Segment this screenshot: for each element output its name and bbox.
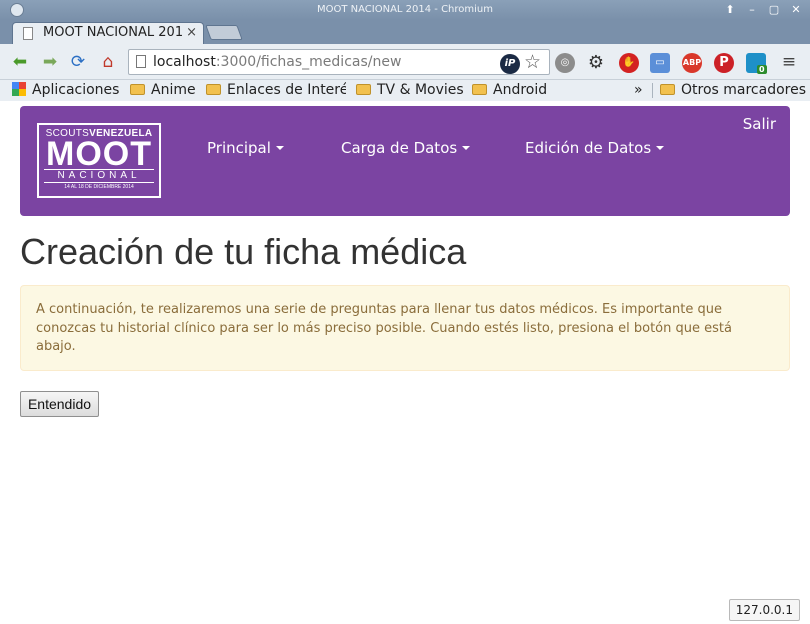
tab-strip: MOOT NACIONAL 2014 ×	[0, 20, 810, 44]
folder-icon	[356, 84, 371, 95]
address-bar[interactable]: localhost:3000/fichas_medicas/new	[128, 49, 550, 75]
new-tab-button[interactable]	[205, 25, 243, 40]
bookmark-apps[interactable]: Aplicaciones	[12, 81, 119, 100]
folder-icon	[660, 84, 675, 95]
bookmark-tv-movies[interactable]: TV & Movies	[356, 81, 464, 100]
back-icon[interactable]: ⬅	[10, 52, 30, 72]
browser-toolbar: ⬅ ➡ ⟳ ⌂ localhost:3000/fichas_medicas/ne…	[0, 44, 810, 80]
logout-link[interactable]: Salir	[743, 115, 776, 133]
ip-extension-icon[interactable]: iP	[500, 54, 520, 74]
bookmarks-separator	[652, 83, 653, 98]
chromium-icon	[10, 3, 24, 17]
logo-date: 14 AL 18 DE DICIEMBRE 2014	[64, 184, 134, 190]
nav-edicion-de-datos[interactable]: Edición de Datos	[525, 138, 665, 158]
browser-tab[interactable]: MOOT NACIONAL 2014 ×	[12, 22, 204, 44]
page-viewport: SCOUTSVENEZUELA MOOT NACIONAL 14 AL 18 D…	[4, 101, 805, 624]
page-title: Creación de tu ficha médica	[20, 231, 467, 272]
site-navbar: SCOUTSVENEZUELA MOOT NACIONAL 14 AL 18 D…	[20, 106, 790, 216]
nav-principal[interactable]: Principal	[207, 138, 284, 158]
nav-carga-de-datos[interactable]: Carga de Datos	[341, 138, 471, 158]
caret-down-icon	[462, 146, 471, 150]
minimize-icon[interactable]: –	[744, 2, 760, 17]
sync-extension-icon[interactable]: ◎	[555, 53, 575, 73]
tab-close-icon[interactable]: ×	[182, 23, 197, 43]
reload-icon[interactable]: ⟳	[68, 52, 88, 72]
menu-icon[interactable]: ≡	[779, 52, 799, 72]
page-icon	[23, 27, 33, 40]
bookmark-android[interactable]: Android	[472, 81, 547, 100]
forward-icon[interactable]: ➡	[40, 52, 60, 72]
bookmark-star-icon[interactable]: ☆	[524, 51, 541, 73]
scroll-up-icon[interactable]: ⬆	[722, 2, 738, 17]
logo-sub: NACIONAL	[44, 169, 154, 183]
tab-title: MOOT NACIONAL 2014	[43, 25, 192, 40]
bookmark-other[interactable]: Otros marcadores	[660, 81, 806, 100]
bookmark-anime[interactable]: Anime	[130, 81, 196, 100]
close-window-icon[interactable]: ✕	[788, 2, 804, 17]
caret-down-icon	[656, 146, 665, 150]
folder-icon	[206, 84, 221, 95]
url-host: localhost	[153, 54, 216, 70]
settings-extension-icon[interactable]: ⚙	[586, 53, 606, 73]
bookmark-enlaces[interactable]: Enlaces de Interés	[206, 81, 346, 100]
bookmarks-bar: Aplicaciones Anime Enlaces de Interés TV…	[0, 80, 810, 101]
folder-icon	[130, 84, 145, 95]
extension-badge: 0	[757, 65, 767, 74]
entendido-button[interactable]: Entendido	[20, 391, 99, 417]
home-icon[interactable]: ⌂	[98, 52, 118, 72]
adblock-plus-icon[interactable]: ABP	[682, 53, 702, 73]
maximize-icon[interactable]: ▢	[766, 2, 782, 17]
url-path: :3000/fichas_medicas/new	[215, 54, 402, 70]
bookmarks-overflow-chevron[interactable]: »	[634, 81, 643, 100]
pinterest-icon[interactable]: P	[714, 53, 734, 73]
window-extension-icon[interactable]: ▭	[650, 53, 670, 73]
info-alert: A continuación, te realizaremos una seri…	[20, 285, 790, 371]
caret-down-icon	[275, 146, 284, 150]
moot-logo[interactable]: SCOUTSVENEZUELA MOOT NACIONAL 14 AL 18 D…	[37, 123, 161, 198]
stop-extension-icon[interactable]: ✋	[619, 53, 639, 73]
status-bubble: 127.0.0.1	[728, 599, 800, 621]
window-titlebar: MOOT NACIONAL 2014 - Chromium ⬆ – ▢ ✕	[0, 0, 810, 20]
window-title: MOOT NACIONAL 2014 - Chromium	[316, 4, 494, 15]
page-info-icon[interactable]	[136, 55, 146, 68]
window-controls: ⬆ – ▢ ✕	[722, 2, 804, 17]
logo-main: MOOT	[46, 135, 152, 173]
folder-icon	[472, 84, 487, 95]
apps-grid-icon	[12, 82, 26, 96]
download-extension-icon[interactable]: 0	[746, 53, 767, 74]
